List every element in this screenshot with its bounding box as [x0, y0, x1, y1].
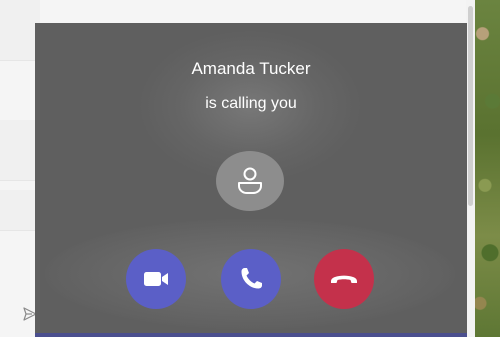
decline-call-button[interactable]: [314, 249, 374, 309]
background-photo: [475, 0, 500, 337]
background-row: [0, 0, 40, 61]
background-row: [0, 120, 40, 181]
incoming-call-window: Amanda Tucker is calling you: [35, 23, 467, 337]
accept-audio-button[interactable]: [221, 249, 281, 309]
caller-name: Amanda Tucker: [191, 59, 311, 78]
video-camera-icon: [144, 272, 168, 286]
scrollbar-thumb[interactable]: [468, 6, 473, 206]
background-scrollbar[interactable]: [466, 0, 475, 337]
phone-icon: [241, 268, 262, 289]
call-status-text: is calling you: [205, 95, 297, 112]
background-row: [0, 190, 40, 231]
avatar: [216, 151, 284, 211]
person-icon: [238, 167, 262, 194]
accent-bar: [35, 333, 467, 337]
hang-up-icon: [331, 275, 357, 283]
accept-video-button[interactable]: [126, 249, 186, 309]
